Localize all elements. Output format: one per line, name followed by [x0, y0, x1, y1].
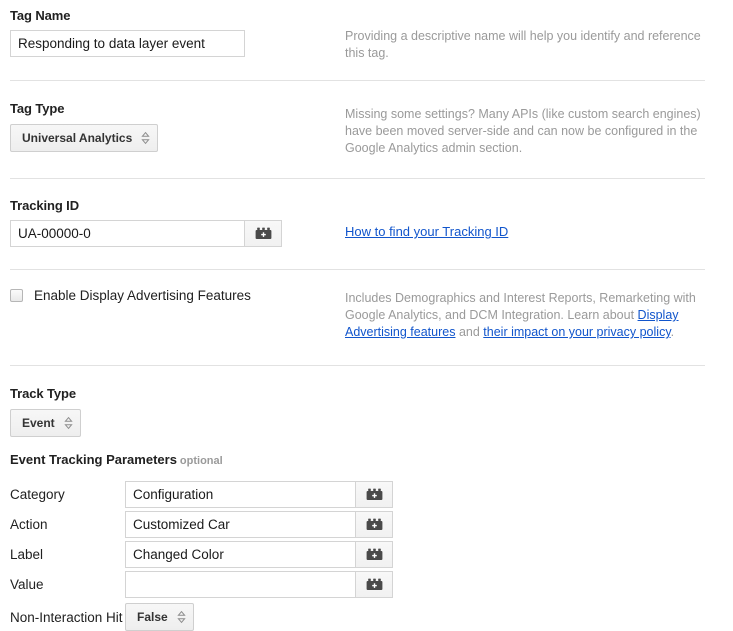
param-label-category: Category [10, 487, 125, 502]
param-row-action: Action Customized Car [10, 511, 733, 538]
how-to-find-tracking-id-link[interactable]: How to find your Tracking ID [345, 224, 508, 239]
tracking-id-input[interactable]: UA-00000-0 [10, 220, 244, 247]
privacy-policy-impact-link[interactable]: their impact on your privacy policy [483, 325, 670, 339]
display-advertising-help-mid: and [455, 325, 483, 339]
tag-name-label: Tag Name [10, 8, 345, 23]
enable-display-advertising-checkbox[interactable] [10, 289, 23, 302]
tag-type-label: Tag Type [10, 101, 345, 116]
param-input-action[interactable]: Customized Car [125, 511, 355, 538]
lego-brick-icon [366, 578, 383, 591]
non-interaction-hit-selected-value: False [137, 610, 168, 624]
param-field-group-category: Configuration [125, 481, 393, 508]
chevron-up-down-icon [141, 131, 150, 145]
lego-brick-icon-button-action[interactable] [355, 511, 393, 538]
param-row-category: Category Configuration [10, 481, 733, 508]
param-input-value[interactable] [125, 571, 355, 598]
chevron-up-down-icon [177, 610, 186, 624]
param-label-action: Action [10, 517, 125, 532]
param-row-label: Label Changed Color [10, 541, 733, 568]
param-row-non-interaction-hit: Non-Interaction Hit False [10, 603, 733, 631]
param-row-value: Value [10, 571, 733, 598]
lego-brick-icon [255, 227, 272, 240]
lego-brick-icon [366, 548, 383, 561]
tag-type-select[interactable]: Universal Analytics [10, 124, 158, 152]
tracking-id-field-group: UA-00000-0 [10, 220, 282, 247]
enable-display-advertising-label: Enable Display Advertising Features [34, 288, 251, 303]
tag-configuration-form: Tag Name Responding to data layer event … [0, 0, 733, 619]
lego-brick-icon-button-value[interactable] [355, 571, 393, 598]
event-tracking-parameters-section: Event Tracking Parametersoptional Catego… [0, 437, 733, 631]
display-advertising-section: Enable Display Advertising Features Incl… [0, 270, 733, 341]
param-label-value: Value [10, 577, 125, 592]
non-interaction-hit-select[interactable]: False [125, 603, 194, 631]
lego-brick-icon-button-tracking-id[interactable] [244, 220, 282, 247]
display-advertising-help-end: . [671, 325, 674, 339]
chevron-up-down-icon [64, 416, 73, 430]
tag-type-help-text: Missing some settings? Many APIs (like c… [345, 106, 705, 157]
param-input-label[interactable]: Changed Color [125, 541, 355, 568]
lego-brick-icon [366, 518, 383, 531]
tag-name-help-text: Providing a descriptive name will help y… [345, 28, 705, 62]
lego-brick-icon-button-label[interactable] [355, 541, 393, 568]
enable-display-advertising-row[interactable]: Enable Display Advertising Features [10, 288, 345, 303]
display-advertising-help-text: Includes Demographics and Interest Repor… [345, 290, 705, 341]
tag-type-selected-value: Universal Analytics [22, 131, 132, 145]
param-input-category[interactable]: Configuration [125, 481, 355, 508]
tag-name-input[interactable]: Responding to data layer event [10, 30, 245, 57]
track-type-selected-value: Event [22, 416, 55, 430]
tag-type-section: Tag Type Universal Analytics Missing som… [0, 81, 733, 157]
param-field-group-value [125, 571, 393, 598]
lego-brick-icon [366, 488, 383, 501]
track-type-select[interactable]: Event [10, 409, 81, 437]
params-title-text: Event Tracking Parameters [10, 452, 177, 467]
track-type-label: Track Type [10, 386, 733, 401]
param-label-non-interaction-hit: Non-Interaction Hit [10, 610, 125, 625]
param-field-group-label: Changed Color [125, 541, 393, 568]
tracking-id-label: Tracking ID [10, 198, 345, 213]
params-optional-tag: optional [180, 455, 223, 467]
track-type-section: Track Type Event [0, 366, 733, 437]
param-label-label: Label [10, 547, 125, 562]
lego-brick-icon-button-category[interactable] [355, 481, 393, 508]
tag-name-section: Tag Name Responding to data layer event … [0, 0, 733, 62]
param-field-group-action: Customized Car [125, 511, 393, 538]
tracking-id-section: Tracking ID UA-00000-0 [0, 179, 733, 247]
event-tracking-parameters-title: Event Tracking Parametersoptional [10, 452, 733, 467]
